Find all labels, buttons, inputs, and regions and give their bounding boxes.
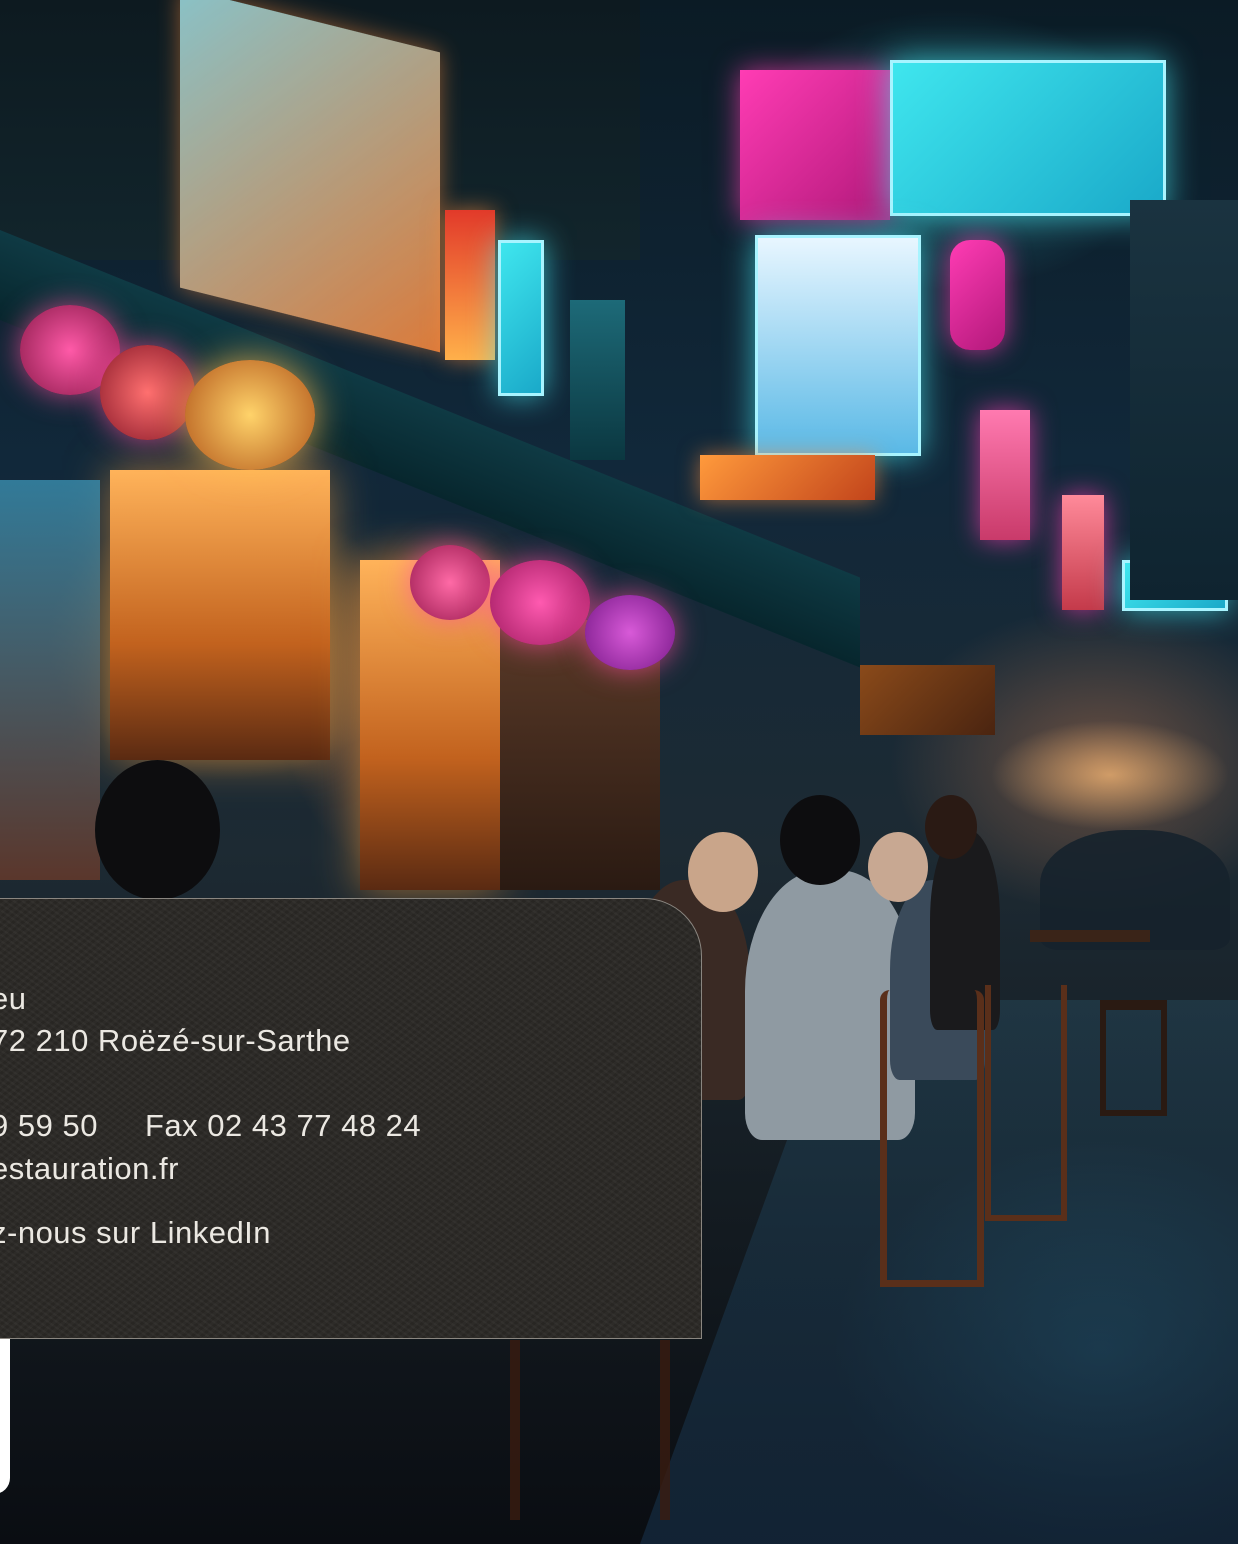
shop-sign-small-cyan [498, 240, 544, 396]
shop-front-1 [110, 470, 330, 760]
shop-sign-dark-cyan [570, 300, 625, 460]
table [1030, 930, 1150, 942]
lantern-6 [585, 595, 675, 670]
person-seated-1-head [688, 832, 758, 912]
person-foreground-head [95, 760, 220, 900]
stool-foreground [510, 1340, 670, 1520]
lantern-4 [410, 545, 490, 620]
lantern-2 [100, 345, 195, 440]
menu-board [755, 235, 921, 456]
shop-sign-red [445, 210, 495, 360]
phone-number: 9 59 50 [0, 1108, 98, 1143]
banner-1 [980, 410, 1030, 540]
fax-number: Fax 02 43 77 48 24 [145, 1108, 422, 1143]
white-side-tab [0, 1339, 10, 1494]
neon-sign-cyan [890, 60, 1166, 216]
lantern-5 [490, 560, 590, 645]
shop-front-left-window [0, 480, 100, 880]
contact-card: eu 72 210 Roëzé-sur-Sarthe 9 59 50 Fax 0… [0, 898, 702, 1339]
neon-sign-pink [740, 70, 890, 220]
shop-sign-left [180, 0, 440, 353]
banner-2 [1062, 495, 1104, 610]
address-line-2: 72 210 Roëzé-sur-Sarthe [0, 1023, 351, 1058]
lantern-3 [185, 360, 315, 470]
street-glow [990, 720, 1230, 830]
chair-1 [880, 990, 984, 1287]
chair-2 [985, 985, 1067, 1221]
person-seated-3-head [868, 832, 928, 902]
shop-sign-orange [700, 455, 875, 500]
person-standing-head [925, 795, 977, 859]
stool-1 [1100, 1000, 1167, 1116]
right-building [1130, 200, 1238, 600]
address-line-1: eu [0, 981, 27, 1016]
person-seated-2-head [780, 795, 860, 885]
wood-sign [860, 665, 995, 735]
website-link[interactable]: estauration.fr [0, 1151, 179, 1187]
hanging-lamp [950, 240, 1005, 350]
linkedin-link[interactable]: z-nous sur LinkedIn [0, 1215, 271, 1251]
